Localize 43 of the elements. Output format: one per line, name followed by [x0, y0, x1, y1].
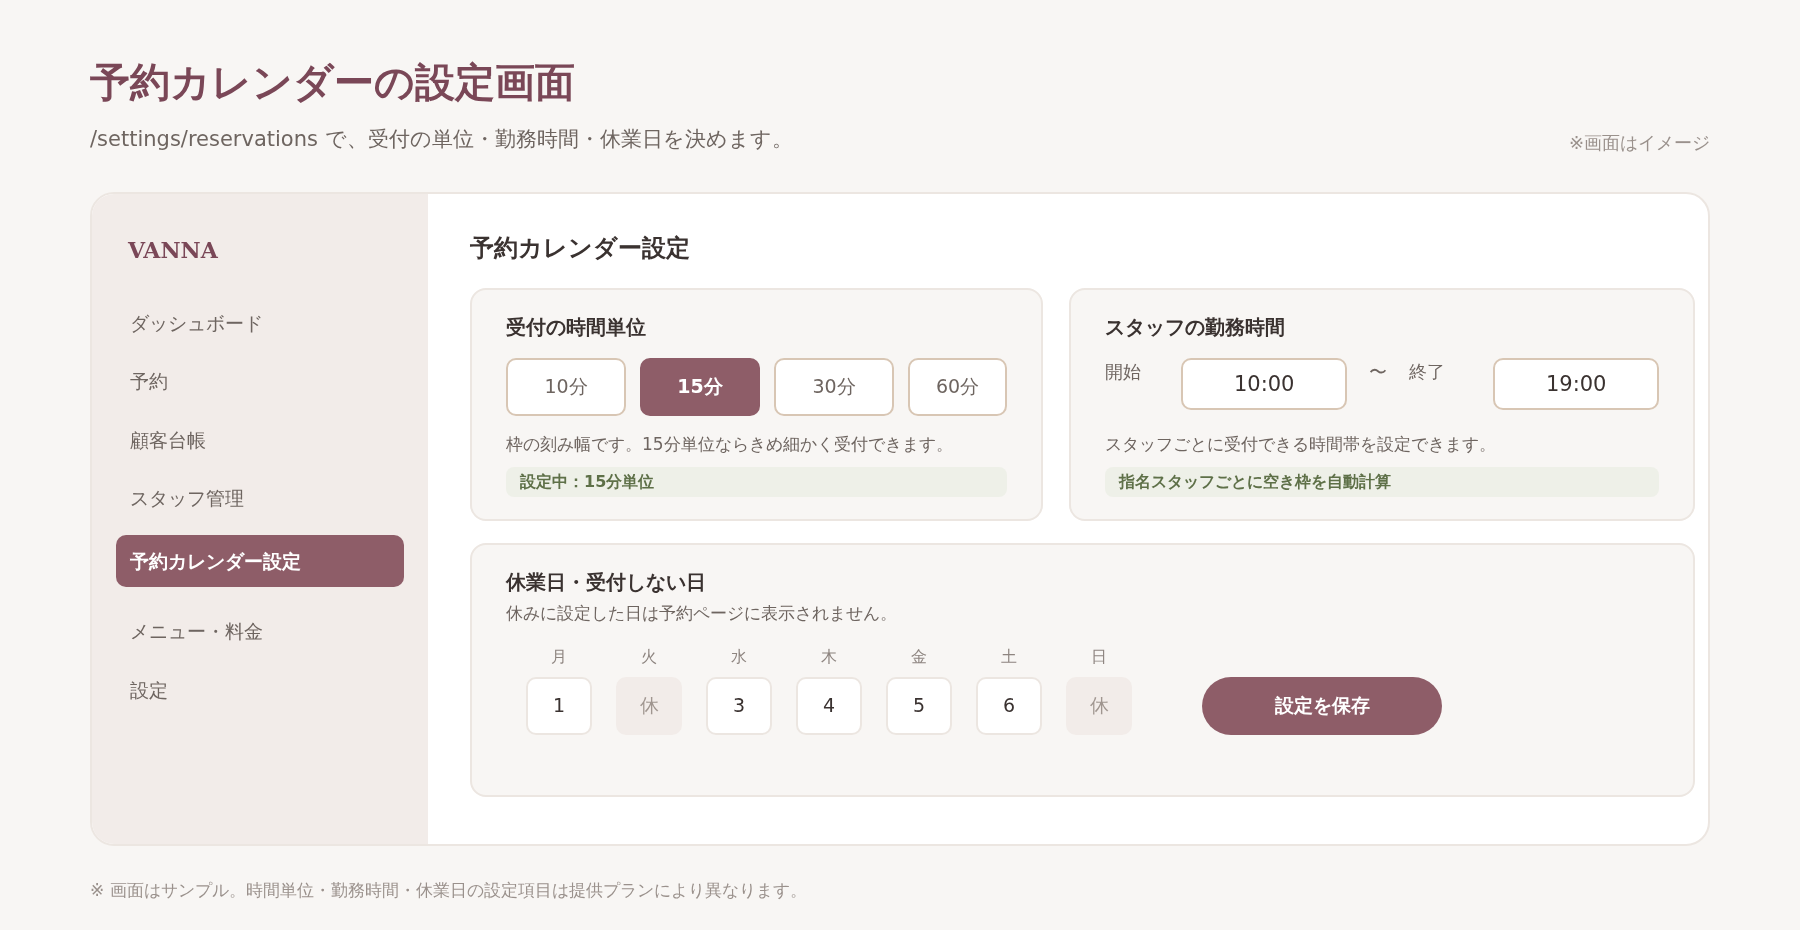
save-button[interactable]: 設定を保存 — [1202, 676, 1442, 735]
sidebar-item[interactable]: ダッシュボード — [116, 296, 404, 349]
range-separator: 〜 — [1369, 359, 1388, 384]
weekday-label: 土 — [1000, 645, 1018, 668]
card-title: スタッフの勤務時間 — [1105, 313, 1287, 341]
time-unit-option[interactable]: 10分 — [506, 357, 626, 416]
page-subtitle: /settings/reservations で、受付の単位・勤務時間・休業日を決めます。 — [90, 126, 793, 153]
end-time-field[interactable]: 19:00 — [1493, 357, 1660, 410]
sidebar-item[interactable]: 顧客台帳 — [116, 413, 404, 466]
brand-logo: VANNA — [127, 235, 219, 265]
card-description: スタッフごとに受付できる時間帯を設定できます。 — [1105, 432, 1498, 456]
weekday-label: 日 — [1090, 645, 1108, 668]
weekday-label: 火 — [640, 645, 658, 668]
settings-title: 予約カレンダー設定 — [470, 232, 691, 264]
day-toggle[interactable]: 3 — [706, 676, 772, 735]
day-toggle[interactable]: 5 — [886, 676, 952, 735]
day-toggle[interactable]: 6 — [976, 676, 1042, 735]
time-unit-option[interactable]: 60分 — [908, 357, 1008, 416]
sidebar-item[interactable]: 設定 — [116, 663, 404, 716]
card-title: 受付の時間単位 — [506, 313, 647, 341]
day-toggle[interactable]: 1 — [526, 676, 592, 735]
sidebar-item[interactable]: 予約カレンダー設定 — [116, 534, 404, 587]
start-time-field[interactable]: 10:00 — [1181, 357, 1348, 410]
image-note: ※画面はイメージ — [1568, 130, 1710, 155]
weekday-label: 木 — [820, 645, 838, 668]
status-note: 設定中：15分単位 — [506, 467, 1008, 497]
field-label: 開始 — [1105, 359, 1143, 384]
card-title: 休業日・受付しない日 — [506, 569, 707, 596]
weekday-label: 金 — [910, 645, 928, 668]
status-note: 指名スタッフごとに空き枠を自動計算 — [1105, 467, 1660, 497]
weekday-label: 月 — [550, 645, 568, 668]
card-description: 枠の刻み幅です。15分単位ならきめ細かく受付できます。 — [506, 432, 954, 456]
page-title: 予約カレンダーの設定画面 — [90, 57, 576, 107]
sidebar-item[interactable]: 予約 — [116, 355, 404, 408]
card-description: 休みに設定した日は予約ページに表示されません。 — [506, 602, 898, 625]
sidebar-item[interactable]: メニュー・料金 — [116, 605, 404, 658]
footer-note: ※ 画面はサンプル。時間単位・勤務時間・休業日の設定項目は提供プランにより異なります。 — [90, 878, 808, 902]
time-unit-option[interactable]: 30分 — [774, 357, 894, 416]
day-toggle[interactable]: 4 — [796, 676, 862, 735]
time-unit-option[interactable]: 15分 — [640, 357, 760, 416]
weekday-label: 水 — [730, 645, 748, 668]
field-label: 終了 — [1409, 359, 1447, 384]
sidebar-item[interactable]: スタッフ管理 — [116, 472, 404, 525]
